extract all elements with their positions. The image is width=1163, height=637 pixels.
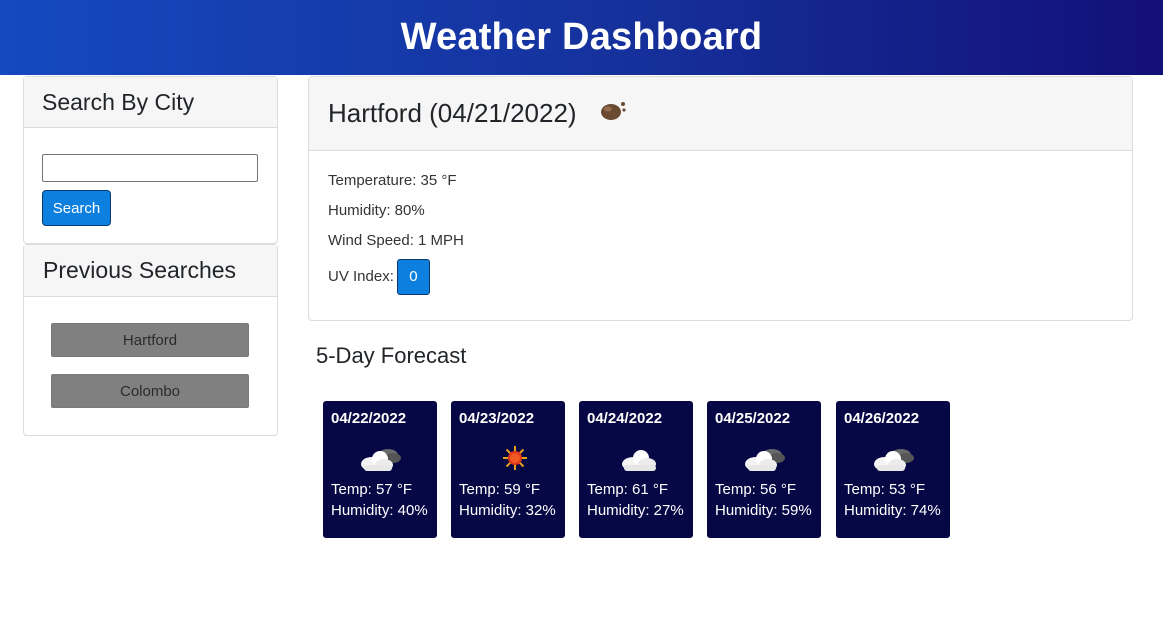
sun-icon xyxy=(486,443,530,473)
search-button[interactable]: Search xyxy=(42,190,111,226)
forecast-temp: Temp: 61 °F xyxy=(587,481,669,498)
history-item-hartford[interactable]: Hartford xyxy=(51,323,249,357)
haze-icon xyxy=(599,98,627,122)
search-card-header: Search By City xyxy=(24,77,277,128)
wind-speed-text: Wind Speed: 1 MPH xyxy=(328,232,464,249)
forecast-date: 04/23/2022 xyxy=(459,410,535,427)
previous-searches-card: Previous Searches Hartford Colombo xyxy=(23,244,278,436)
forecast-humidity: Humidity: 27% xyxy=(587,502,684,519)
app-title: Weather Dashboard xyxy=(400,16,763,58)
previous-searches-header: Previous Searches xyxy=(24,245,277,297)
city-search-input[interactable] xyxy=(42,154,258,182)
forecast-humidity: Humidity: 32% xyxy=(459,502,556,519)
forecast-humidity: Humidity: 40% xyxy=(331,502,428,519)
partly-cloudy-icon xyxy=(358,443,402,473)
forecast-date: 04/24/2022 xyxy=(587,410,663,427)
history-item-colombo[interactable]: Colombo xyxy=(51,374,249,408)
search-heading: Search By City xyxy=(42,88,195,115)
forecast-heading: 5-Day Forecast xyxy=(316,343,467,368)
forecast-card: 04/26/2022 Temp: 53 °F Humidity: 74% xyxy=(836,401,950,538)
partly-cloudy-icon xyxy=(742,443,786,473)
forecast-card: 04/23/2022 Temp: 59 °F Humidity: 32% xyxy=(451,401,565,538)
uv-index-badge: 0 xyxy=(396,259,430,295)
forecast-temp: Temp: 59 °F xyxy=(459,481,541,498)
uv-index-row: UV Index: 0 xyxy=(328,259,430,295)
forecast-humidity: Humidity: 59% xyxy=(715,502,812,519)
forecast-card: 04/22/2022 Temp: 57 °F Humidity: 40% xyxy=(323,401,437,538)
city-date-title: Hartford (04/21/2022) xyxy=(328,98,577,128)
forecast-card: 04/24/2022 Temp: 61 °F Humidity: 27% xyxy=(579,401,693,538)
current-weather-card: Hartford (04/21/2022) Temperature: 35 °F… xyxy=(308,76,1133,321)
forecast-date: 04/22/2022 xyxy=(331,410,407,427)
uv-index-label: UV Index: xyxy=(328,267,394,285)
forecast-humidity: Humidity: 74% xyxy=(844,502,941,519)
forecast-date: 04/25/2022 xyxy=(715,410,791,427)
current-weather-header: Hartford (04/21/2022) xyxy=(309,77,1132,151)
previous-searches-heading: Previous Searches xyxy=(43,257,237,283)
temperature-text: Temperature: 35 °F xyxy=(328,172,457,189)
humidity-text: Humidity: 80% xyxy=(328,202,425,219)
cloud-icon xyxy=(614,443,658,473)
forecast-date: 04/26/2022 xyxy=(844,410,920,427)
forecast-card: 04/25/2022 Temp: 56 °F Humidity: 59% xyxy=(707,401,821,538)
partly-cloudy-icon xyxy=(871,443,915,473)
forecast-temp: Temp: 57 °F xyxy=(331,481,413,498)
forecast-temp: Temp: 56 °F xyxy=(715,481,797,498)
forecast-temp: Temp: 53 °F xyxy=(844,481,926,498)
app-header: Weather Dashboard xyxy=(0,0,1163,75)
search-card: Search By City Search xyxy=(23,76,278,244)
